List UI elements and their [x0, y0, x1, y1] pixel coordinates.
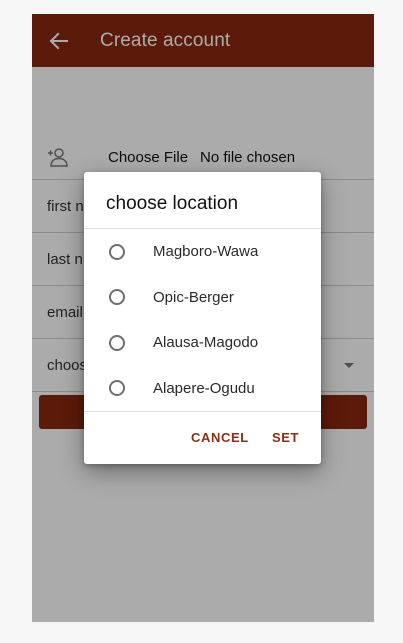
option-label: Opic-Berger: [153, 288, 234, 306]
location-options-list: Magboro-Wawa Opic-Berger Alausa-Magodo A…: [84, 229, 321, 411]
location-option-alapere-ogudu[interactable]: Alapere-Ogudu: [84, 366, 321, 412]
radio-button[interactable]: [109, 243, 125, 260]
dialog-actions: CANCEL SET: [84, 412, 321, 464]
radio-button[interactable]: [109, 334, 125, 351]
choose-location-dialog: choose location Magboro-Wawa Opic-Berger…: [84, 172, 321, 464]
option-label: Alausa-Magodo: [153, 334, 259, 352]
cancel-button[interactable]: CANCEL: [191, 430, 249, 445]
set-button[interactable]: SET: [272, 430, 299, 445]
location-option-alausa-magodo[interactable]: Alausa-Magodo: [84, 320, 321, 366]
option-label: Magboro-Wawa: [153, 243, 259, 261]
location-option-magboro-wawa[interactable]: Magboro-Wawa: [84, 229, 321, 275]
radio-button[interactable]: [109, 289, 125, 306]
option-label: Alapere-Ogudu: [153, 379, 255, 397]
radio-button[interactable]: [109, 380, 125, 397]
location-option-opic-berger[interactable]: Opic-Berger: [84, 275, 321, 321]
dialog-title: choose location: [106, 193, 239, 214]
